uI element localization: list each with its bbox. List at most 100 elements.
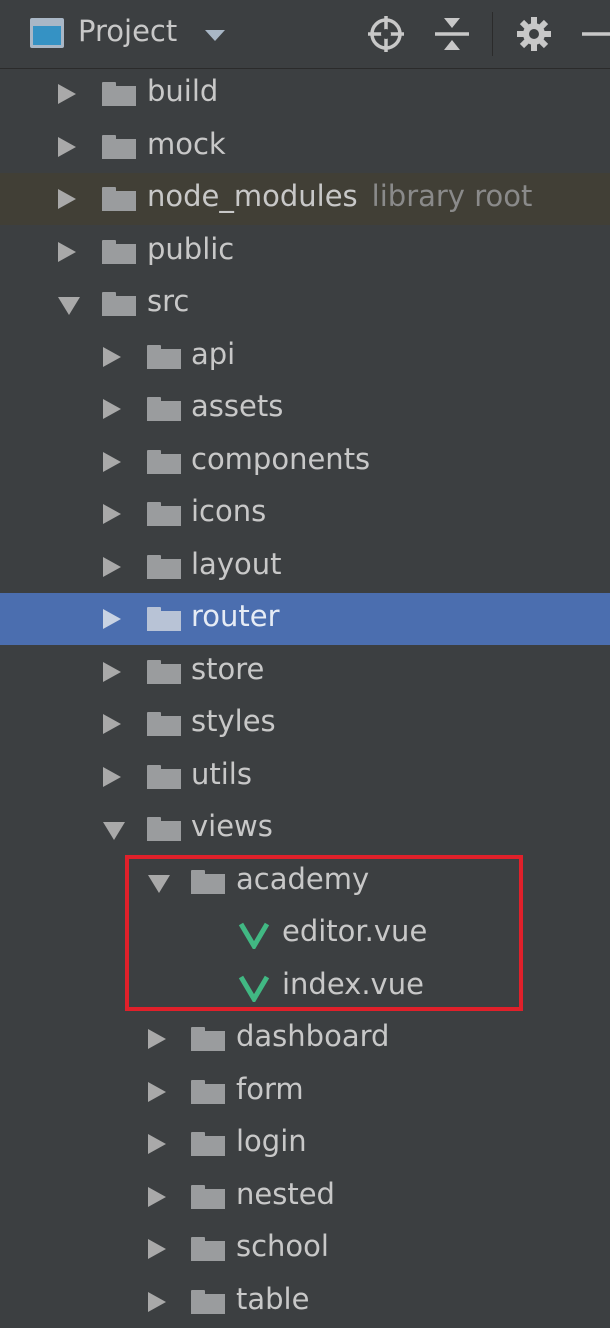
collapsed-arrow-icon[interactable] — [103, 766, 121, 787]
tree-item-name: build — [147, 74, 219, 108]
tree-item-label: school — [236, 1229, 329, 1263]
tree-item-name: views — [191, 809, 273, 843]
tree-item-label: assets — [191, 389, 283, 423]
expanded-arrow-icon[interactable] — [58, 297, 80, 315]
collapsed-arrow-icon[interactable] — [148, 1239, 166, 1259]
tree-folder-row[interactable]: public — [0, 226, 610, 278]
tree-folder-row[interactable]: build — [0, 68, 610, 120]
tree-item-name: login — [236, 1124, 307, 1158]
folder-icon — [191, 1184, 225, 1209]
panel-title[interactable]: Project — [78, 14, 177, 48]
tree-folder-row[interactable]: utils — [0, 751, 610, 803]
folder-icon — [147, 502, 181, 526]
collapsed-arrow-icon[interactable] — [103, 504, 121, 524]
folder-icon — [147, 764, 181, 789]
collapsed-arrow-icon[interactable] — [148, 1029, 166, 1049]
tree-item-label: api — [191, 337, 235, 371]
tree-item-label: views — [191, 809, 273, 843]
dropdown-caret-icon[interactable] — [205, 30, 225, 41]
tree-item-label: router — [191, 599, 280, 633]
tree-item-name: icons — [191, 494, 267, 528]
collapse-all-icon[interactable] — [432, 14, 472, 54]
tree-folder-row[interactable]: styles — [0, 698, 610, 750]
gear-icon[interactable] — [514, 14, 554, 54]
tree-folder-row[interactable]: mock — [0, 121, 610, 173]
folder-icon — [147, 659, 181, 684]
tree-folder-row[interactable]: assets — [0, 383, 610, 435]
tree-item-label: layout — [191, 547, 281, 581]
collapsed-arrow-icon[interactable] — [58, 241, 76, 262]
tree-item-name: form — [236, 1071, 304, 1106]
collapsed-arrow-icon[interactable] — [58, 189, 76, 209]
tree-folder-row[interactable]: src — [0, 278, 610, 330]
collapsed-arrow-icon[interactable] — [103, 609, 121, 629]
toolbar-separator — [492, 12, 493, 56]
tree-folder-row[interactable]: icons — [0, 488, 610, 540]
tree-folder-row[interactable]: dashboard — [0, 1013, 610, 1065]
library-root-label: library root — [371, 179, 533, 213]
collapsed-arrow-icon[interactable] — [103, 451, 121, 472]
folder-icon — [147, 817, 181, 841]
folder-icon — [102, 239, 136, 264]
folder-icon — [102, 82, 136, 106]
tree-folder-row[interactable]: login — [0, 1118, 610, 1170]
tree-folder-row[interactable]: router — [0, 593, 610, 645]
tree-item-name: api — [191, 336, 236, 371]
tree-item-label: components — [191, 442, 370, 476]
tree-item-name: mock — [147, 126, 226, 161]
collapsed-arrow-icon[interactable] — [103, 556, 121, 577]
tree-folder-row[interactable]: store — [0, 646, 610, 698]
tree-item-label: login — [236, 1124, 307, 1158]
folder-icon — [191, 1132, 225, 1156]
tree-item-label: build — [147, 74, 218, 108]
tree-item-name: table — [236, 1281, 310, 1316]
annotation-red-box — [125, 855, 523, 1011]
tree-item-label: dashboard — [236, 1019, 389, 1053]
tree-item-name: assets — [191, 389, 284, 423]
tree-folder-row[interactable]: table — [0, 1276, 610, 1328]
project-window-icon[interactable] — [30, 18, 64, 48]
tree-item-label: table — [236, 1282, 309, 1316]
tree-item-name: dashboard — [236, 1019, 390, 1053]
folder-icon — [191, 1237, 225, 1261]
tree-folder-row[interactable]: school — [0, 1223, 610, 1275]
tree-item-name: styles — [191, 704, 276, 738]
folder-icon — [191, 1027, 225, 1051]
collapsed-arrow-icon[interactable] — [103, 661, 121, 682]
tree-item-name: public — [147, 231, 235, 266]
tree-item-name: router — [191, 599, 280, 633]
collapsed-arrow-icon[interactable] — [58, 136, 76, 157]
collapsed-arrow-icon[interactable] — [148, 1291, 166, 1312]
collapsed-arrow-icon[interactable] — [148, 1186, 166, 1207]
tree-folder-row[interactable]: layout — [0, 541, 610, 593]
tree-folder-row[interactable]: api — [0, 331, 610, 383]
tree-item-name: utils — [191, 756, 252, 791]
minimize-icon[interactable] — [578, 14, 610, 54]
tree-item-name: components — [191, 441, 371, 476]
tree-item-name: store — [191, 651, 265, 686]
collapsed-arrow-icon[interactable] — [103, 346, 121, 367]
tree-item-label: utils — [191, 757, 252, 791]
tree-folder-row[interactable]: views — [0, 803, 610, 855]
collapsed-arrow-icon[interactable] — [148, 1134, 166, 1154]
locate-icon[interactable] — [366, 14, 406, 54]
project-panel-header: Project — [0, 0, 610, 69]
tree-item-name: school — [236, 1229, 329, 1263]
tree-item-label: public — [147, 232, 234, 266]
folder-icon — [102, 134, 136, 159]
tree-item-name: layout — [191, 546, 282, 581]
collapsed-arrow-icon[interactable] — [58, 84, 76, 104]
tree-item-name: nested — [236, 1176, 335, 1211]
expanded-arrow-icon[interactable] — [103, 822, 125, 840]
tree-item-label: icons — [191, 494, 266, 528]
collapsed-arrow-icon[interactable] — [148, 1081, 166, 1102]
tree-item-label: src — [147, 284, 189, 318]
tree-folder-row[interactable]: node_modules library root — [0, 173, 610, 225]
tree-item-label: nested — [236, 1177, 335, 1211]
tree-folder-row[interactable]: form — [0, 1066, 610, 1118]
collapsed-arrow-icon[interactable] — [103, 399, 121, 419]
tree-folder-row[interactable]: nested — [0, 1171, 610, 1223]
tree-folder-row[interactable]: components — [0, 436, 610, 488]
folder-icon — [147, 449, 181, 474]
collapsed-arrow-icon[interactable] — [103, 714, 121, 734]
